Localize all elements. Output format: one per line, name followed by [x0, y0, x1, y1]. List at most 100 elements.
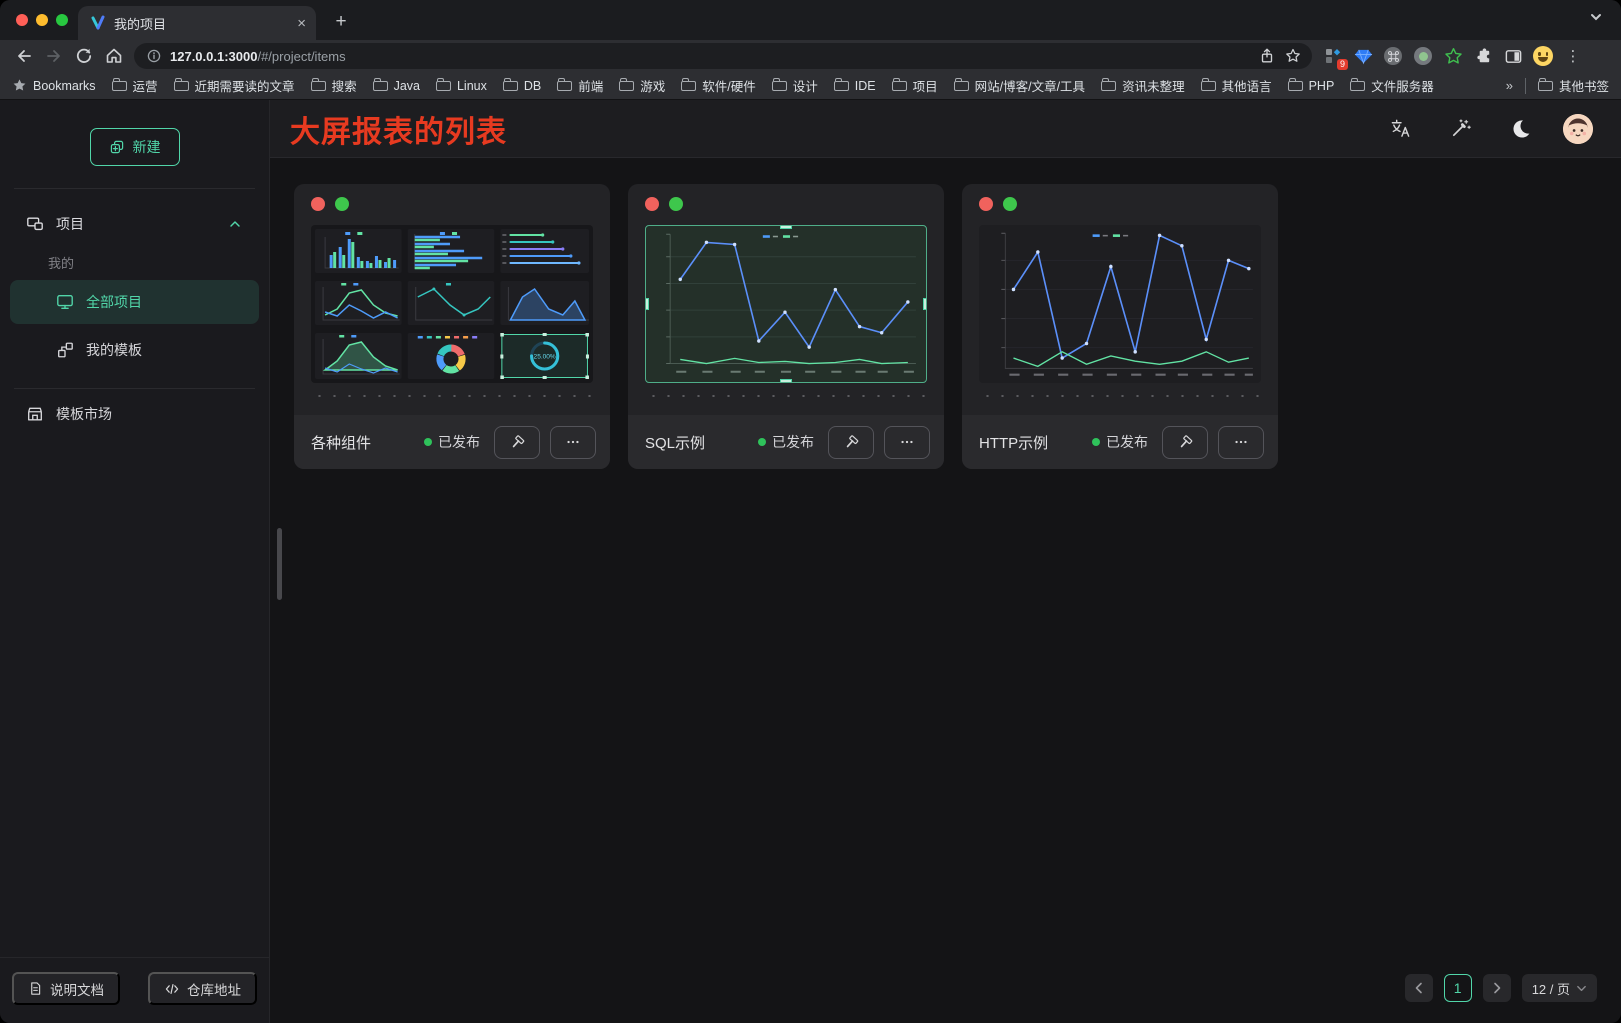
address-bar[interactable]: 127.0.0.1:3000/#/project/items	[134, 43, 1312, 69]
project-thumbnail[interactable]	[645, 225, 927, 383]
page-size-select[interactable]: 12 / 页	[1522, 974, 1597, 1002]
new-project-button[interactable]: 新建	[90, 128, 180, 166]
card-footer: SQL示例 已发布	[628, 415, 944, 469]
edit-project-button[interactable]	[1162, 426, 1208, 459]
browser-menu-icon[interactable]: ⋮	[1560, 43, 1586, 69]
site-info-icon[interactable]	[146, 48, 162, 64]
gem-extension-icon[interactable]	[1350, 43, 1376, 69]
sidebar-footer: 说明文档 仓库地址	[0, 957, 269, 1023]
close-window-button[interactable]	[16, 14, 28, 26]
edit-project-button[interactable]	[494, 426, 540, 459]
browser-toolbar: 127.0.0.1:3000/#/project/items 9	[0, 40, 1621, 72]
theme-color-button[interactable]	[1443, 112, 1477, 146]
bookmark-folder[interactable]: IDE	[834, 79, 876, 93]
bookmark-folder[interactable]: 设计	[772, 76, 818, 95]
sidebar-item-template-market[interactable]: 模板市场	[0, 393, 269, 435]
bookmark-folder[interactable]: 运营	[112, 76, 158, 95]
bookmarks-divider	[1525, 78, 1526, 94]
bookmark-folder[interactable]: DB	[503, 79, 541, 93]
project-list: 25.00% 各种组件 已发布	[270, 158, 1621, 495]
docs-button-label: 说明文档	[50, 979, 104, 999]
bookmark-folder[interactable]: PHP	[1288, 79, 1335, 93]
ellipsis-icon	[1233, 434, 1249, 450]
other-bookmarks[interactable]: 其他书签	[1538, 76, 1609, 95]
bookmark-folder[interactable]: 其他语言	[1201, 76, 1272, 95]
reload-button[interactable]	[70, 43, 98, 69]
forward-button[interactable]	[40, 43, 68, 69]
project-thumbnail[interactable]	[979, 225, 1261, 383]
sidebar-item-all-projects[interactable]: 全部项目	[10, 280, 259, 324]
bookmark-folder[interactable]: 搜索	[311, 76, 357, 95]
bookmark-folder[interactable]: 项目	[892, 76, 938, 95]
command-extension-icon[interactable]	[1380, 43, 1406, 69]
folder-icon	[174, 81, 189, 91]
bookmark-folder[interactable]: 前端	[557, 76, 603, 95]
user-avatar[interactable]	[1563, 114, 1593, 144]
dark-mode-button[interactable]	[1503, 112, 1537, 146]
folder-icon	[1350, 81, 1365, 91]
card-footer: 各种组件 已发布	[294, 415, 610, 469]
bookmarks-overflow-icon[interactable]: »	[1506, 78, 1513, 93]
extensions-puzzle-icon[interactable]	[1470, 43, 1496, 69]
project-title: 各种组件	[311, 432, 414, 453]
recorder-extension-icon[interactable]	[1410, 43, 1436, 69]
current-page-button[interactable]: 1	[1444, 974, 1472, 1002]
edit-project-button[interactable]	[828, 426, 874, 459]
more-actions-button[interactable]	[550, 426, 596, 459]
back-button[interactable]	[10, 43, 38, 69]
more-actions-button[interactable]	[884, 426, 930, 459]
folder-icon	[619, 81, 634, 91]
repo-button[interactable]: 仓库地址	[148, 972, 257, 1005]
side-panel-icon[interactable]	[1500, 43, 1526, 69]
prev-page-button[interactable]	[1405, 974, 1433, 1002]
folder-icon	[772, 81, 787, 91]
bookmark-folder[interactable]: 软件/硬件	[681, 76, 755, 95]
translate-icon	[1390, 118, 1411, 139]
docs-button[interactable]: 说明文档	[12, 972, 120, 1005]
main-header: 大屏报表的列表	[270, 100, 1621, 158]
http-preview-chart	[979, 225, 1261, 383]
sidebar: 新建 项目 我的 全部项目 我的模板 模板市场	[0, 100, 270, 1023]
bookmark-folder[interactable]: 网站/博客/文章/工具	[954, 76, 1085, 95]
browser-tab[interactable]: 我的项目 ×	[78, 6, 316, 40]
project-thumbnail[interactable]: 25.00%	[311, 225, 593, 383]
star-extension-icon[interactable]	[1440, 43, 1466, 69]
scrollbar-thumb[interactable]	[277, 528, 282, 600]
divider	[14, 188, 255, 189]
green-dot	[1003, 197, 1017, 211]
blocker-extension-icon[interactable]: 9	[1320, 43, 1346, 69]
selection-handle	[780, 225, 792, 229]
project-title: SQL示例	[645, 432, 748, 453]
app-root: 新建 项目 我的 全部项目 我的模板 模板市场	[0, 100, 1621, 1023]
divider	[14, 388, 255, 389]
language-toggle-button[interactable]	[1383, 112, 1417, 146]
bookmarks-manager-item[interactable]: Bookmarks	[12, 78, 96, 93]
home-button[interactable]	[100, 43, 128, 69]
bookmark-star-icon[interactable]	[1284, 47, 1302, 65]
minimize-window-button[interactable]	[36, 14, 48, 26]
bookmark-folder[interactable]: Linux	[436, 79, 487, 93]
share-icon[interactable]	[1258, 47, 1276, 65]
status-badge: 已发布	[1092, 432, 1148, 452]
sidebar-item-my-templates[interactable]: 我的模板	[10, 328, 259, 372]
bookmark-folder[interactable]: Java	[373, 79, 420, 93]
goview-favicon	[90, 15, 106, 31]
bookmark-folder[interactable]: 近期需要读的文章	[174, 76, 295, 95]
new-tab-button[interactable]: +	[328, 9, 354, 35]
dotted-divider	[980, 395, 1260, 397]
tab-close-icon[interactable]: ×	[297, 16, 306, 31]
tab-search-chevron-icon[interactable]	[1589, 10, 1603, 24]
bookmark-folder[interactable]: 资讯未整理	[1101, 76, 1185, 95]
bookmark-folder[interactable]: 游戏	[619, 76, 665, 95]
bookmark-folder[interactable]: 文件服务器	[1350, 76, 1434, 95]
hammer-icon	[509, 434, 526, 451]
chevron-up-icon[interactable]	[227, 216, 243, 232]
status-badge: 已发布	[424, 432, 480, 452]
more-actions-button[interactable]	[1218, 426, 1264, 459]
profile-avatar-icon[interactable]	[1530, 43, 1556, 69]
zoom-window-button[interactable]	[56, 14, 68, 26]
folder-icon	[503, 81, 518, 91]
next-page-button[interactable]	[1483, 974, 1511, 1002]
components-preview-chart: 25.00%	[311, 225, 593, 383]
sidebar-section-project[interactable]: 项目	[0, 205, 269, 243]
